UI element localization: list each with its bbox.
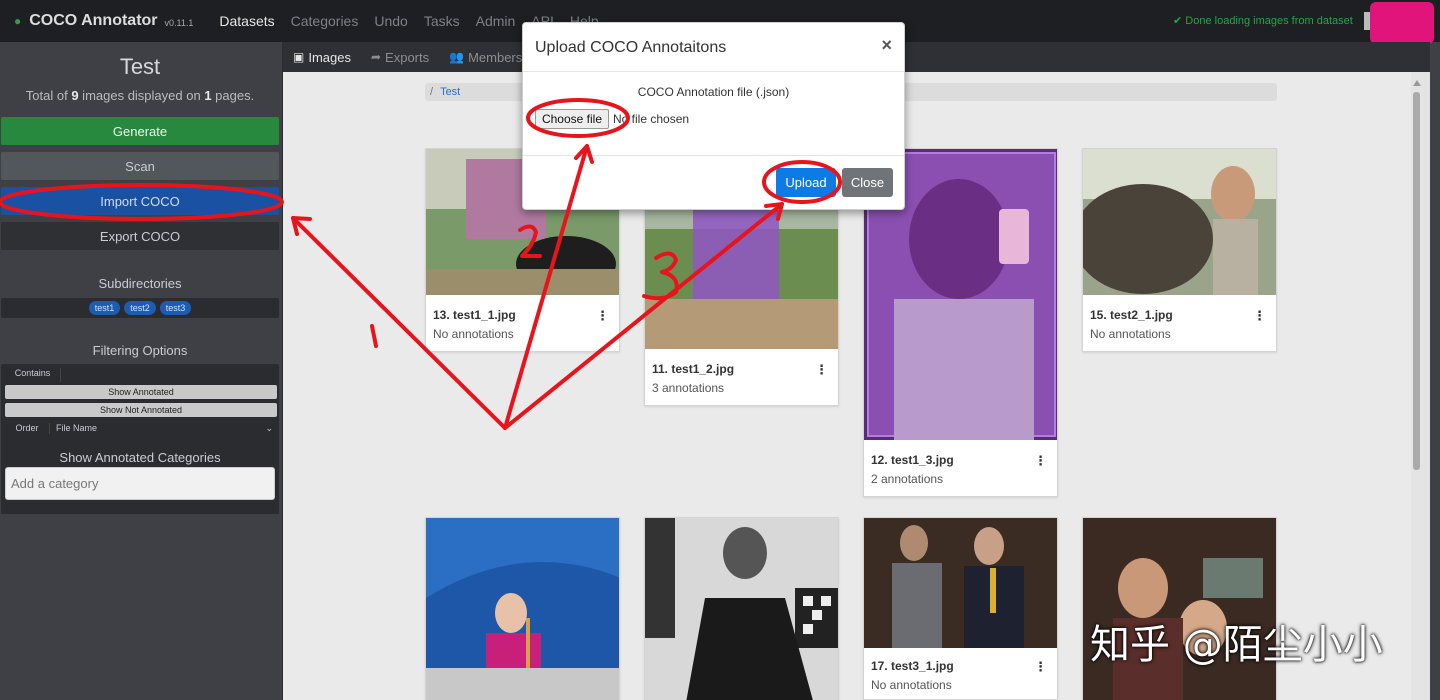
annotated-categories-label: Show Annotated Categories — [59, 450, 221, 465]
show-not-annotated-button[interactable]: Show Not Annotated — [5, 403, 277, 417]
card-annotation-count: No annotations — [433, 327, 514, 341]
card-filename: 11. test1_2.jpg — [652, 362, 735, 376]
order-select[interactable]: File Name ⌄ — [49, 422, 277, 434]
tab-images-label: Images — [308, 49, 351, 65]
kebab-menu-icon[interactable]: ⋮ — [1034, 659, 1047, 675]
card-filename: 12. test1_3.jpg — [871, 453, 954, 467]
order-label: Order — [15, 423, 39, 433]
nav-categories[interactable]: Categories — [291, 13, 359, 29]
upload-button[interactable]: Upload — [776, 168, 836, 197]
page-count: 1 — [204, 88, 212, 103]
upload-coco-modal: Upload COCO Annotaitons × COCO Annotatio… — [522, 22, 905, 210]
card-annotation-count: No annotations — [1090, 327, 1171, 341]
import-coco-button[interactable]: Import COCO — [1, 187, 279, 215]
image-card[interactable] — [1082, 517, 1277, 700]
chevron-down-icon: ⌄ — [265, 422, 273, 433]
image-count: 9 — [71, 88, 79, 103]
subdirectories-label: Subdirectories — [98, 276, 182, 291]
image-thumbnail — [645, 518, 838, 700]
share-icon: ➦ — [370, 50, 382, 64]
image-card[interactable] — [425, 517, 620, 700]
tab-exports-label: Exports — [385, 49, 430, 65]
image-thumbnail — [426, 518, 619, 700]
generate-button[interactable]: Generate — [1, 117, 279, 145]
close-icon[interactable]: × — [881, 35, 892, 56]
kebab-menu-icon[interactable]: ⋮ — [1034, 453, 1047, 469]
tab-images[interactable]: ▣ Images — [293, 50, 351, 65]
export-coco-button[interactable]: Export COCO — [1, 222, 279, 250]
file-status: No file chosen — [613, 112, 690, 126]
card-filename: 17. test3_1.jpg — [871, 659, 954, 673]
breadcrumb-current[interactable]: Test — [440, 86, 460, 98]
filtering-label: Filtering Options — [92, 343, 188, 358]
card-filename: 15. test2_1.jpg — [1090, 308, 1173, 322]
image-thumbnail — [864, 518, 1057, 648]
tab-exports[interactable]: ➦ Exports — [371, 50, 429, 65]
tab-members[interactable]: 👥 Members — [449, 50, 522, 65]
kebab-menu-icon[interactable]: ⋮ — [596, 308, 609, 324]
image-card[interactable]: 17. test3_1.jpg No annotations ⋮ — [863, 517, 1058, 700]
brand-version: v0.11.1 — [164, 18, 194, 28]
dataset-info: Total of 9 images displayed on 1 pages. — [0, 88, 280, 103]
card-annotation-count: 3 annotations — [652, 381, 725, 395]
users-icon: 👥 — [449, 50, 465, 64]
choose-file-button[interactable]: Choose file — [535, 109, 609, 129]
scroll-up-icon[interactable] — [1413, 80, 1421, 86]
nav-tasks[interactable]: Tasks — [424, 13, 460, 29]
loading-status: ✔ Done loading images from dataset — [1173, 14, 1353, 27]
card-annotation-count: 2 annotations — [871, 472, 944, 486]
loading-status-text: Done loading images from dataset — [1185, 15, 1353, 27]
subdir-chip-test2[interactable]: test2 — [124, 301, 156, 315]
info-suffix: pages. — [211, 88, 255, 103]
brand-name: COCO Annotator — [29, 12, 158, 29]
nav-undo[interactable]: Undo — [374, 13, 407, 29]
kebab-menu-icon[interactable]: ⋮ — [1253, 308, 1266, 324]
image-icon: ▣ — [293, 50, 305, 64]
tab-members-label: Members — [468, 49, 523, 65]
nav-admin[interactable]: Admin — [476, 13, 516, 29]
modal-divider — [523, 155, 904, 156]
order-row: Order File Name ⌄ — [5, 420, 277, 436]
contains-label: Contains — [5, 368, 61, 382]
scan-button[interactable]: Scan — [1, 152, 279, 180]
modal-divider — [523, 71, 904, 72]
card-annotation-count: No annotations — [871, 678, 952, 692]
subdir-chip-test1[interactable]: test1 — [88, 301, 121, 315]
subdirectory-list: test1 test2 test3 — [1, 298, 279, 318]
file-label: COCO Annotation file (.json) — [637, 85, 790, 99]
category-input[interactable]: Add a category — [5, 467, 275, 500]
watermark: 知乎 @陌尘小小 — [1090, 622, 1383, 668]
info-prefix: Total of — [25, 88, 72, 103]
scrollbar-thumb[interactable] — [1413, 92, 1420, 470]
order-value: File Name — [56, 422, 98, 433]
redaction-block — [1370, 2, 1434, 44]
close-button[interactable]: Close — [842, 168, 893, 197]
dataset-title: Test — [119, 54, 161, 79]
show-annotated-button[interactable]: Show Annotated — [5, 385, 277, 399]
brand[interactable]: ● COCO Annotator v0.11.1 — [14, 12, 193, 30]
modal-title: Upload COCO Annotaitons — [535, 39, 727, 56]
image-thumbnail — [1083, 518, 1276, 700]
card-filename: 13. test1_1.jpg — [433, 308, 516, 322]
check-icon: ✔ — [1173, 15, 1183, 27]
breadcrumb-separator: / — [430, 86, 434, 98]
info-mid: images displayed on — [78, 88, 205, 103]
image-card[interactable] — [644, 517, 839, 700]
kebab-menu-icon[interactable]: ⋮ — [815, 362, 828, 378]
nav-datasets[interactable]: Datasets — [219, 13, 274, 29]
leaf-icon: ● — [14, 14, 22, 28]
sidebar: Test Total of 9 images displayed on 1 pa… — [0, 42, 283, 700]
image-card[interactable]: 15. test2_1.jpg No annotations ⋮ — [1082, 148, 1277, 352]
subdir-chip-test3[interactable]: test3 — [159, 301, 192, 315]
image-thumbnail — [1083, 149, 1276, 295]
